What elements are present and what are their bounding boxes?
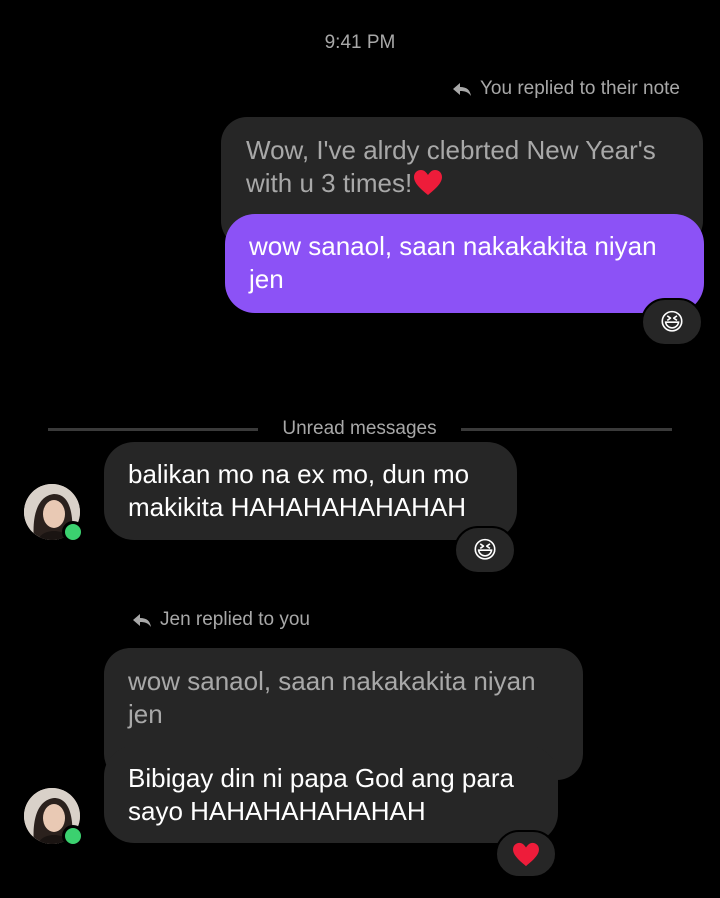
- message-timestamp: 9:41 PM: [324, 32, 396, 53]
- reply-context-text: You replied to their note: [479, 78, 680, 99]
- received-message-bubble[interactable]: balikan mo na ex mo, dun mo makikita HAH…: [104, 442, 517, 540]
- reply-context-label: Jen replied to you: [132, 609, 310, 631]
- sent-message-bubble[interactable]: wow sanaol, saan nakakakita niyan jen: [225, 214, 704, 313]
- reply-arrow-icon: [133, 614, 151, 627]
- reply-context-label: You replied to their note: [452, 78, 680, 100]
- quoted-note-text: Wow, I've alrdy clebrted New Year's with…: [246, 135, 656, 198]
- reply-context-text: Jen replied to you: [160, 609, 310, 630]
- laughing-emoji-icon: 😆: [472, 536, 498, 564]
- heart-emoji-icon: [413, 169, 443, 204]
- message-reaction[interactable]: 😆: [641, 298, 703, 346]
- unread-divider-label: Unread messages: [282, 418, 437, 439]
- reply-arrow-icon: [452, 83, 471, 96]
- received-message-text: balikan mo na ex mo, dun mo makikita HAH…: [128, 459, 470, 522]
- quoted-message-text: wow sanaol, saan nakakakita niyan jen: [128, 666, 536, 729]
- received-message-bubble[interactable]: Bibigay din ni papa God ang para sayo HA…: [104, 746, 558, 843]
- sent-message-text: wow sanaol, saan nakakakita niyan jen: [249, 231, 657, 294]
- online-status-indicator: [62, 825, 84, 847]
- divider-line-left: [48, 428, 258, 431]
- laughing-emoji-icon: 😆: [659, 308, 685, 336]
- online-status-indicator: [62, 521, 84, 543]
- divider-line-right: [461, 428, 672, 431]
- received-message-text: Bibigay din ni papa God ang para sayo HA…: [128, 763, 514, 826]
- heart-emoji-icon: [512, 842, 540, 867]
- message-reaction[interactable]: [495, 830, 557, 878]
- message-reaction[interactable]: 😆: [454, 526, 516, 574]
